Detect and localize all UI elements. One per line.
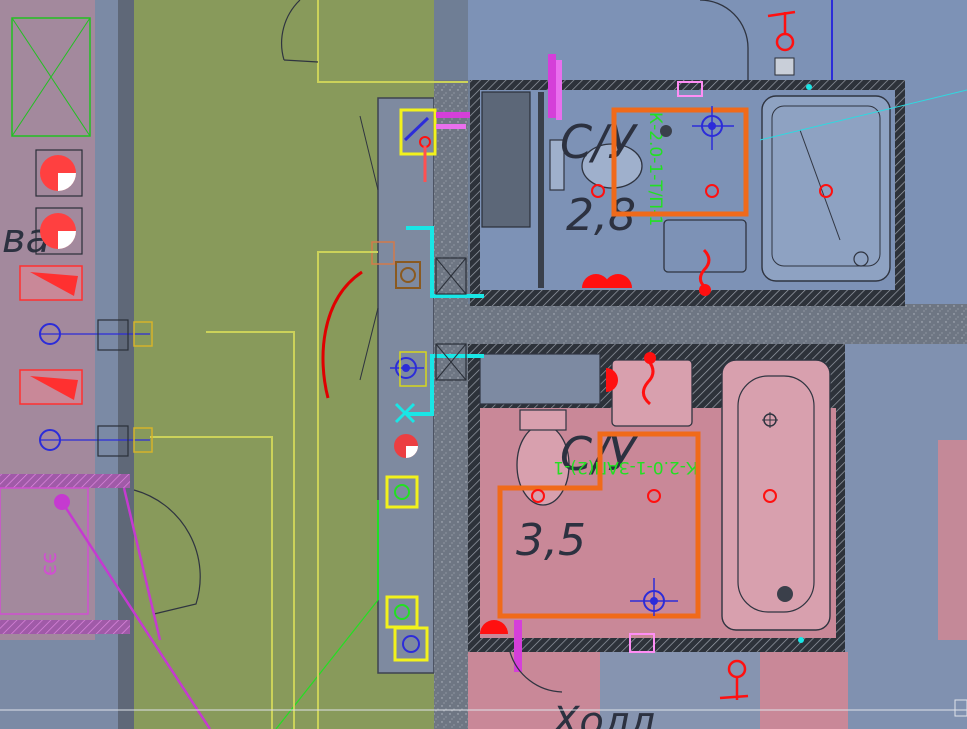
room-area-bottom: 3,5 [516, 515, 586, 566]
cyan-point [806, 84, 812, 90]
left-wall-hatch [0, 620, 130, 634]
radiator-icon [19, 265, 83, 301]
hall-label: Холл [550, 699, 655, 729]
speckle-wall-horizontal [468, 304, 967, 344]
bath-bottom-niche [479, 353, 601, 405]
red-meter-icon [394, 434, 418, 458]
room-code-top: С/У [560, 115, 639, 169]
right-pink-strip [938, 440, 967, 640]
left-wall-hatch [0, 474, 130, 488]
radiator-icon [19, 369, 83, 405]
magenta-pipe-run [436, 112, 470, 118]
left-room-pink-zone [0, 0, 95, 640]
red-dot [699, 284, 711, 296]
bath-top-cabinet [481, 91, 531, 228]
red-dot [644, 352, 656, 364]
tag-bottom: К-2.0-1-ЗАП(2)-1 [553, 457, 698, 477]
right-area [905, 80, 967, 310]
floor-plan-canvas: С/У 2,8 К-2.0-1-Т/П-1 С/У 3,5 К-2.0-1-ЗА… [0, 0, 967, 729]
drain-point [660, 125, 672, 137]
left-wall [118, 0, 134, 729]
magenta-pipe-run [436, 124, 466, 129]
cyan-point [798, 637, 804, 643]
tub-drain [777, 586, 793, 602]
upper-right-area [468, 0, 967, 80]
wall-socket-icon [774, 57, 795, 76]
left-pink-fragment: ээ [38, 552, 63, 576]
magenta-riser [556, 60, 562, 120]
speckle-wall-vertical [434, 80, 468, 729]
bath-top-partition [538, 92, 544, 288]
magenta-riser [548, 54, 556, 118]
